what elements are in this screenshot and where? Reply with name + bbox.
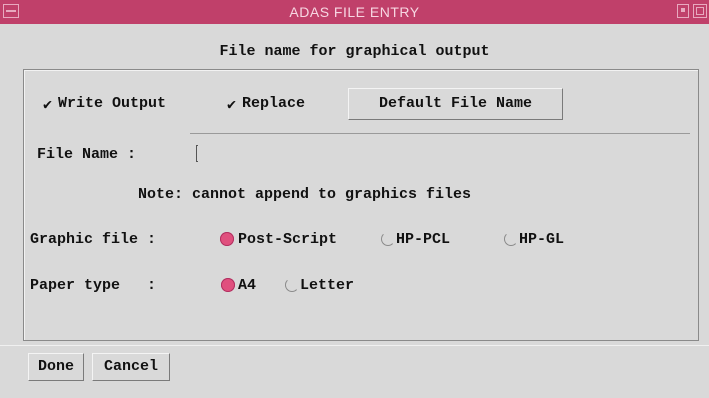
default-file-name-button[interactable]: Default File Name: [348, 88, 563, 120]
letter-radio-icon[interactable]: [285, 278, 299, 292]
maximize-icon[interactable]: [693, 4, 707, 18]
file-name-label: File Name :: [37, 146, 137, 163]
hp-pcl-radio-icon[interactable]: [381, 232, 395, 246]
replace-check-icon[interactable]: ✔: [227, 95, 236, 114]
a4-radio-icon[interactable]: [221, 278, 235, 292]
cancel-button[interactable]: Cancel: [92, 353, 170, 381]
letter-option[interactable]: Letter: [300, 277, 354, 294]
file-name-input[interactable]: [190, 133, 690, 165]
write-output-check-icon[interactable]: ✔: [43, 95, 52, 114]
hp-gl-radio-icon[interactable]: [504, 232, 518, 246]
hp-pcl-option[interactable]: HP-PCL: [396, 231, 450, 248]
graphic-file-label: Graphic file :: [30, 231, 157, 248]
divider: [0, 345, 709, 346]
hp-gl-option[interactable]: HP-GL: [519, 231, 564, 248]
post-script-option[interactable]: Post-Script: [238, 231, 337, 248]
post-script-radio-icon[interactable]: [220, 232, 234, 246]
paper-type-label: Paper type :: [30, 277, 157, 294]
minimize-icon[interactable]: [677, 4, 689, 18]
a4-option[interactable]: A4: [238, 277, 256, 294]
done-button[interactable]: Done: [28, 353, 84, 381]
window-title: ADAS FILE ENTRY: [289, 4, 420, 20]
dialog-heading: File name for graphical output: [219, 43, 490, 60]
title-bar: ADAS FILE ENTRY: [0, 0, 709, 24]
note-text: Note: cannot append to graphics files: [138, 186, 472, 203]
text-cursor-icon: [196, 145, 198, 162]
replace-label[interactable]: Replace: [242, 95, 305, 112]
write-output-label[interactable]: Write Output: [58, 95, 166, 112]
